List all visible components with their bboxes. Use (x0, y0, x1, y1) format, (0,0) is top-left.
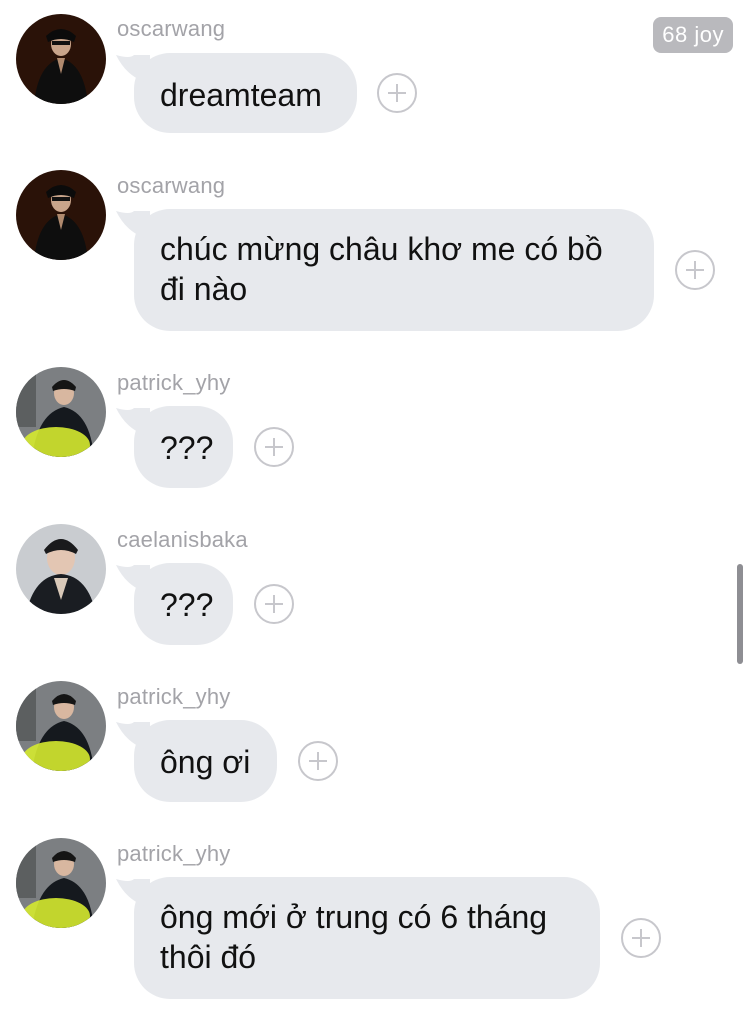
message-text-line: ông mới ở trung có 6 tháng (160, 899, 548, 935)
username[interactable]: patrick_yhy (117, 684, 230, 710)
username[interactable]: patrick_yhy (117, 841, 230, 867)
add-reaction-icon[interactable] (254, 584, 294, 624)
scrollbar[interactable] (737, 564, 743, 664)
avatar-patrick_yhy[interactable] (16, 838, 106, 928)
bubble-tail (116, 211, 150, 239)
avatar-patrick_yhy[interactable] (16, 367, 106, 457)
avatar-patrick_yhy[interactable] (16, 681, 106, 771)
avatar-oscarwang[interactable] (16, 14, 106, 104)
message-text-line: thôi đó (160, 939, 257, 975)
message-text-line: đi nào (160, 271, 248, 307)
add-reaction-icon[interactable] (675, 250, 715, 290)
avatar-oscarwang[interactable] (16, 170, 106, 260)
avatar-image (16, 170, 106, 260)
message-text-line: chúc mừng châu khơ me có bồ (160, 231, 603, 267)
add-reaction-icon[interactable] (621, 918, 661, 958)
username[interactable]: patrick_yhy (117, 370, 230, 396)
username[interactable]: oscarwang (117, 16, 225, 42)
avatar-image (16, 524, 106, 614)
message-bubble[interactable]: ??? (116, 406, 233, 488)
message-text-line: ông ơi (160, 744, 251, 780)
avatar-image (16, 681, 106, 771)
message-bubble[interactable]: ông mới ở trung có 6 tháng thôi đó (116, 877, 600, 999)
bubble-tail (116, 408, 150, 436)
message-text-line: ??? (160, 430, 214, 466)
message-bubble[interactable]: ??? (116, 563, 233, 645)
bubble-tail (116, 565, 150, 593)
message-text-line: ??? (160, 587, 214, 623)
add-reaction-icon[interactable] (377, 73, 417, 113)
reaction-count-badge[interactable]: 68 joy (653, 17, 733, 53)
username[interactable]: caelanisbaka (117, 527, 248, 553)
add-reaction-icon[interactable] (254, 427, 294, 467)
message-text-line: dreamteam (160, 77, 322, 113)
message-bubble[interactable]: chúc mừng châu khơ me có bồ đi nào (116, 209, 654, 331)
bubble-tail (116, 722, 150, 750)
bubble-tail (116, 55, 150, 83)
bubble-tail (116, 879, 150, 907)
add-reaction-icon[interactable] (298, 741, 338, 781)
avatar-caelanisbaka[interactable] (16, 524, 106, 614)
username[interactable]: oscarwang (117, 173, 225, 199)
message-bubble[interactable]: ông ơi (116, 720, 277, 802)
avatar-image (16, 367, 106, 457)
avatar-image (16, 838, 106, 928)
message-bubble[interactable]: dreamteam (116, 53, 357, 133)
avatar-image (16, 14, 106, 104)
